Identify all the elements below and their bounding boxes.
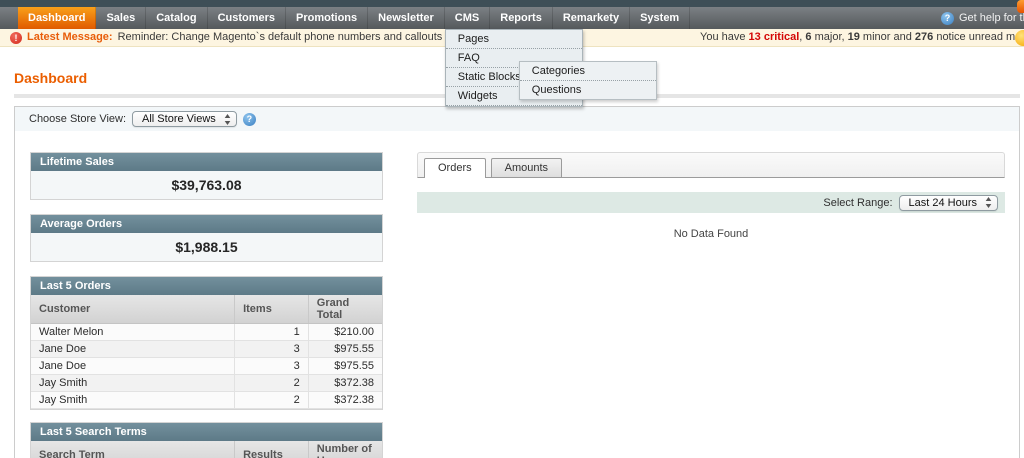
- search-col-term: Search Term: [31, 441, 235, 458]
- table-row[interactable]: Jay Smith 2 $372.38: [31, 392, 382, 409]
- minor-text: minor and: [860, 31, 915, 43]
- submenu-item-categories[interactable]: Categories: [520, 62, 656, 81]
- search-col-uses: Number of Uses: [308, 441, 382, 458]
- magento-admin-window: Dashboard Sales Catalog Customers Promot…: [0, 0, 1024, 458]
- table-row[interactable]: Jane Doe 3 $975.55: [31, 358, 382, 375]
- store-view-label: Choose Store View:: [29, 113, 126, 125]
- nav-item-dashboard[interactable]: Dashboard: [18, 7, 96, 29]
- order-grand-total: $372.38: [308, 375, 382, 392]
- select-range-bar: Select Range: Last 24 Hours: [417, 192, 1005, 213]
- cms-faq-submenu: Categories Questions: [519, 61, 657, 100]
- chart-tabs: Orders Amounts: [417, 152, 1005, 178]
- order-grand-total: $210.00: [308, 324, 382, 341]
- major-text: major,: [812, 31, 848, 43]
- order-customer: Jay Smith: [31, 375, 235, 392]
- latest-message-label: Latest Message:: [27, 29, 113, 46]
- nav-item-cms-label: CMS: [455, 12, 479, 24]
- last-5-orders-title: Last 5 Orders: [31, 277, 382, 295]
- search-col-results: Results: [235, 441, 309, 458]
- dashboard-left-column: Lifetime Sales $39,763.08 Average Orders…: [30, 152, 383, 458]
- minor-count: 19: [848, 31, 860, 43]
- unread-prefix: You have: [700, 31, 749, 43]
- store-view-bar: Choose Store View: All Store Views ?: [15, 107, 1019, 131]
- notice-count: 276: [915, 31, 933, 43]
- table-row[interactable]: Jay Smith 2 $372.38: [31, 375, 382, 392]
- lifetime-sales-value: $39,763.08: [31, 171, 382, 199]
- dashboard-panel: Choose Store View: All Store Views ? Lif…: [14, 106, 1020, 458]
- average-orders-card: Average Orders $1,988.15: [30, 214, 383, 262]
- store-view-help-icon[interactable]: ?: [243, 113, 256, 126]
- no-data-message: No Data Found: [417, 228, 1005, 240]
- alert-icon: !: [10, 32, 22, 44]
- main-nav: Dashboard Sales Catalog Customers Promot…: [0, 7, 1024, 29]
- dashboard-content: Lifetime Sales $39,763.08 Average Orders…: [15, 131, 1019, 458]
- order-customer: Jane Doe: [31, 341, 235, 358]
- nav-item-remarkety[interactable]: Remarkety: [553, 7, 630, 29]
- menu-item-pages[interactable]: Pages: [446, 30, 582, 49]
- nav-item-customers[interactable]: Customers: [208, 7, 286, 29]
- table-row[interactable]: Jane Doe 3 $975.55: [31, 341, 382, 358]
- select-arrows-icon: [985, 197, 992, 208]
- average-orders-title: Average Orders: [31, 215, 382, 233]
- order-items: 3: [235, 341, 309, 358]
- table-row[interactable]: Walter Melon 1 $210.00: [31, 324, 382, 341]
- orders-col-customer: Customer: [31, 295, 235, 324]
- notification-bubble-icon: [1015, 30, 1024, 46]
- critical-count: 13 critical: [749, 31, 800, 43]
- nav-item-system[interactable]: System: [630, 7, 690, 29]
- orders-col-grand-total: Grand Total: [308, 295, 382, 324]
- store-view-value: All Store Views: [142, 113, 216, 125]
- dashboard-right-column: Orders Amounts Select Range: Last 24 Hou…: [417, 152, 1005, 458]
- nav-item-sales[interactable]: Sales: [96, 7, 146, 29]
- get-help-label: Get help for this page: [959, 12, 1024, 24]
- order-grand-total: $975.55: [308, 358, 382, 375]
- corner-notification-fragment: [1017, 0, 1024, 13]
- nav-item-reports[interactable]: Reports: [490, 7, 553, 29]
- help-question-icon: ?: [941, 12, 954, 25]
- range-select[interactable]: Last 24 Hours: [899, 195, 998, 211]
- notice-text: notice unread message(s).: [933, 31, 1024, 43]
- nav-item-promotions[interactable]: Promotions: [286, 7, 368, 29]
- order-items: 3: [235, 358, 309, 375]
- last-5-search-terms-title: Last 5 Search Terms: [31, 423, 382, 441]
- order-customer: Jay Smith: [31, 392, 235, 409]
- search-header-row: Search Term Results Number of Uses: [31, 441, 382, 458]
- range-value: Last 24 Hours: [909, 197, 977, 209]
- order-customer: Jane Doe: [31, 358, 235, 375]
- order-grand-total: $975.55: [308, 341, 382, 358]
- order-customer: Walter Melon: [31, 324, 235, 341]
- order-grand-total: $372.38: [308, 392, 382, 409]
- select-arrows-icon: [224, 114, 231, 125]
- last-5-orders-card: Last 5 Orders Customer Items Grand Total: [30, 276, 383, 410]
- top-strip: [0, 0, 1024, 7]
- unread-messages-summary: You have 13 critical, 6 major, 19 minor …: [700, 29, 1024, 46]
- last-5-search-terms-card: Last 5 Search Terms Search Term Results …: [30, 422, 383, 458]
- order-items: 2: [235, 375, 309, 392]
- store-view-select[interactable]: All Store Views: [132, 111, 237, 127]
- latest-message-text: Reminder: Change Magento`s default phone…: [118, 29, 491, 46]
- lifetime-sales-title: Lifetime Sales: [31, 153, 382, 171]
- tab-amounts[interactable]: Amounts: [491, 158, 562, 177]
- last-5-search-terms-table: Search Term Results Number of Uses glass…: [31, 441, 382, 458]
- cms-dropdown-menu: Pages FAQ Static Blocks Widgets Categori…: [445, 29, 583, 107]
- order-items: 1: [235, 324, 309, 341]
- average-orders-value: $1,988.15: [31, 233, 382, 261]
- lifetime-sales-card: Lifetime Sales $39,763.08: [30, 152, 383, 200]
- latest-message: ! Latest Message: Reminder: Change Magen…: [10, 29, 491, 46]
- orders-col-items: Items: [235, 295, 309, 324]
- get-help-link[interactable]: ? Get help for this page: [941, 7, 1024, 29]
- nav-item-newsletter[interactable]: Newsletter: [368, 7, 445, 29]
- orders-header-row: Customer Items Grand Total: [31, 295, 382, 324]
- tab-orders[interactable]: Orders: [424, 158, 486, 178]
- last-5-orders-table: Customer Items Grand Total Walter Melon …: [31, 295, 382, 409]
- nav-item-cms[interactable]: CMS Pages FAQ Static Blocks Widgets Cate…: [445, 7, 490, 29]
- order-items: 2: [235, 392, 309, 409]
- submenu-item-questions[interactable]: Questions: [520, 81, 656, 99]
- nav-item-catalog[interactable]: Catalog: [146, 7, 207, 29]
- select-range-label: Select Range:: [823, 197, 892, 209]
